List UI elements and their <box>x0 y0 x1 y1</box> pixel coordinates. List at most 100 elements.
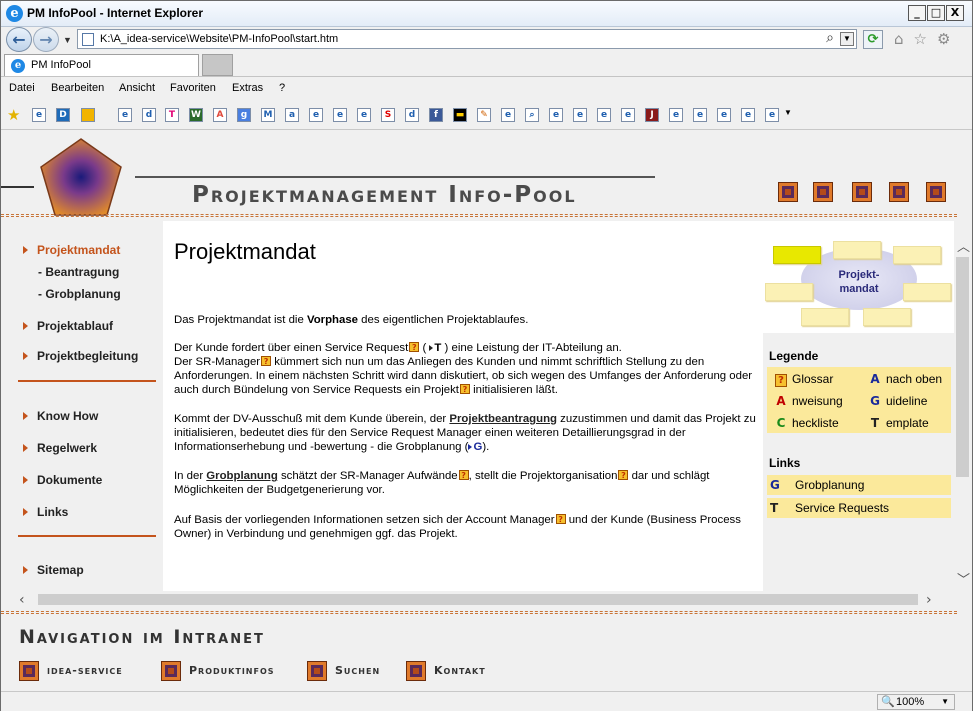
left-navigation: Projektmandat - Beantragung - Grobplanun… <box>1 221 163 599</box>
favorite-link-icon[interactable]: e <box>597 108 611 122</box>
nav-projektablauf[interactable]: Projektablauf <box>23 319 113 333</box>
nav-links[interactable]: Links <box>23 505 68 519</box>
favorite-link-icon[interactable]: e <box>309 108 323 122</box>
favorite-link-icon[interactable]: e <box>357 108 371 122</box>
favorites-star-icon[interactable]: ☆ <box>914 30 927 48</box>
history-dropdown-icon[interactable]: ▼ <box>63 35 72 45</box>
scroll-thumb[interactable] <box>956 257 969 477</box>
glossary-icon[interactable]: ? <box>459 384 470 394</box>
favorite-link-icon[interactable]: e <box>333 108 347 122</box>
template-link[interactable]: T <box>429 342 441 354</box>
favorite-link-icon[interactable]: e <box>717 108 731 122</box>
footer-link-label: Produktinfos <box>189 664 275 677</box>
search-icon[interactable]: ⌕ <box>525 108 539 122</box>
menu-extras[interactable]: Extras <box>232 82 263 94</box>
folder-icon[interactable] <box>81 108 95 122</box>
menu-ansicht[interactable]: Ansicht <box>119 82 155 94</box>
guideline-link[interactable]: G <box>468 441 482 453</box>
nav-projektbegleitung[interactable]: Projektbegleitung <box>23 349 138 363</box>
favorite-link-icon[interactable]: e <box>741 108 755 122</box>
google-icon[interactable]: g <box>237 108 251 122</box>
projektbeantragung-link[interactable]: Projektbeantragung <box>449 413 557 425</box>
menu-help[interactable]: ? <box>279 82 285 94</box>
nav-beantragung[interactable]: - Beantragung <box>38 265 119 279</box>
favorite-link-icon[interactable]: D <box>56 108 70 122</box>
glossary-icon[interactable]: ? <box>261 356 272 366</box>
home-icon[interactable]: ⌂ <box>894 30 904 48</box>
horizontal-scrollbar[interactable]: ‹ › <box>1 591 954 608</box>
forward-button[interactable]: → <box>33 27 59 52</box>
tab-pm-infopool[interactable]: e PM InfoPool <box>4 54 199 76</box>
favorite-link-icon[interactable]: e <box>549 108 563 122</box>
cloud-label: Projekt- mandat <box>838 269 880 295</box>
search-icon[interactable]: ⌕ <box>826 30 834 46</box>
link-service-requests[interactable]: T Service Requests <box>767 498 951 518</box>
favorite-link-icon[interactable]: e <box>118 108 132 122</box>
scroll-thumb[interactable] <box>38 594 918 605</box>
nav-grobplanung[interactable]: - Grobplanung <box>38 287 121 301</box>
nav-projektmandat[interactable]: Projektmandat <box>23 243 120 257</box>
favorite-link-icon[interactable]: e <box>693 108 707 122</box>
favorite-link-icon[interactable]: e <box>765 108 779 122</box>
favorite-link-icon[interactable]: J <box>645 108 659 122</box>
favorite-link-icon[interactable]: e <box>501 108 515 122</box>
glossary-icon[interactable]: ? <box>458 470 469 480</box>
link-grobplanung[interactable]: G Grobplanung <box>767 475 951 495</box>
triangle-bullet-icon <box>23 476 28 484</box>
glossary-icon[interactable]: ? <box>618 470 629 480</box>
chevron-down-icon[interactable]: ▼ <box>784 108 792 117</box>
gear-icon[interactable]: ⚙ <box>937 30 950 48</box>
scroll-left-icon[interactable]: ‹ <box>19 592 25 608</box>
menu-datei[interactable]: Datei <box>9 82 35 94</box>
sticky-notes-graphic: Projekt- mandat <box>763 221 954 333</box>
template-icon: T <box>870 416 880 430</box>
close-button[interactable]: X <box>946 5 964 21</box>
glossary-icon[interactable]: ? <box>555 514 566 524</box>
glossary-icon[interactable]: ? <box>409 342 420 352</box>
menu-favoriten[interactable]: Favoriten <box>170 82 216 94</box>
favorite-link-icon[interactable]: ✎ <box>477 108 491 122</box>
favorite-link-icon[interactable]: d <box>142 108 156 122</box>
favorites-star-icon[interactable]: ★ <box>7 106 20 124</box>
airbnb-icon[interactable]: A <box>213 108 227 122</box>
minimize-button[interactable]: _ <box>908 5 926 21</box>
nav-regelwerk[interactable]: Regelwerk <box>23 441 97 455</box>
favorite-link-icon[interactable]: ▬ <box>453 108 467 122</box>
title-bar: e PM InfoPool - Internet Explorer _ □ X <box>1 1 972 27</box>
nav-knowhow[interactable]: Know How <box>23 409 98 423</box>
favorite-link-icon[interactable]: e <box>32 108 46 122</box>
up-arrow-icon: A <box>870 372 880 386</box>
address-dropdown-icon[interactable]: ▼ <box>840 32 854 46</box>
menu-bearbeiten[interactable]: Bearbeiten <box>51 82 104 94</box>
page-icon <box>82 33 94 46</box>
facebook-icon[interactable]: f <box>429 108 443 122</box>
favorite-link-icon[interactable]: W <box>189 108 203 122</box>
legend-label: nach oben <box>886 372 943 386</box>
main-content: Projektmandat Das Projektmandat ist die … <box>163 221 763 599</box>
maximize-button[interactable]: □ <box>927 5 945 21</box>
grobplanung-link[interactable]: Grobplanung <box>206 470 278 482</box>
compatibility-refresh-button[interactable]: ⟳ <box>863 30 883 49</box>
new-tab-button[interactable] <box>202 54 233 76</box>
scroll-right-icon[interactable]: › <box>926 592 932 608</box>
address-url[interactable]: K:\A_idea-service\Website\PM-InfoPool\st… <box>100 33 338 45</box>
legend-anweisung: Anweisung <box>775 394 842 408</box>
nav-sitemap[interactable]: Sitemap <box>23 563 84 577</box>
favorite-link-icon[interactable]: e <box>669 108 683 122</box>
sticky-note <box>765 283 813 301</box>
favorite-link-icon[interactable]: e <box>573 108 587 122</box>
address-field[interactable]: K:\A_idea-service\Website\PM-InfoPool\st… <box>77 29 857 49</box>
sparkasse-icon[interactable]: S <box>381 108 395 122</box>
scroll-up-icon[interactable]: ︿ <box>957 236 970 255</box>
scroll-down-icon[interactable]: ﹀ <box>957 569 970 588</box>
telekom-icon[interactable]: T <box>165 108 179 122</box>
zoom-control[interactable]: 🔍 100% ▼ <box>877 694 955 710</box>
back-button[interactable]: ← <box>6 27 32 52</box>
chevron-down-icon[interactable]: ▼ <box>941 695 949 709</box>
amazon-icon[interactable]: a <box>285 108 299 122</box>
favorite-link-icon[interactable]: e <box>621 108 635 122</box>
favorite-link-icon[interactable]: d <box>405 108 419 122</box>
nav-dokumente[interactable]: Dokumente <box>23 473 102 487</box>
favorite-link-icon[interactable]: M <box>261 108 275 122</box>
vertical-scrollbar[interactable]: ︿ ﹀ <box>954 234 971 588</box>
